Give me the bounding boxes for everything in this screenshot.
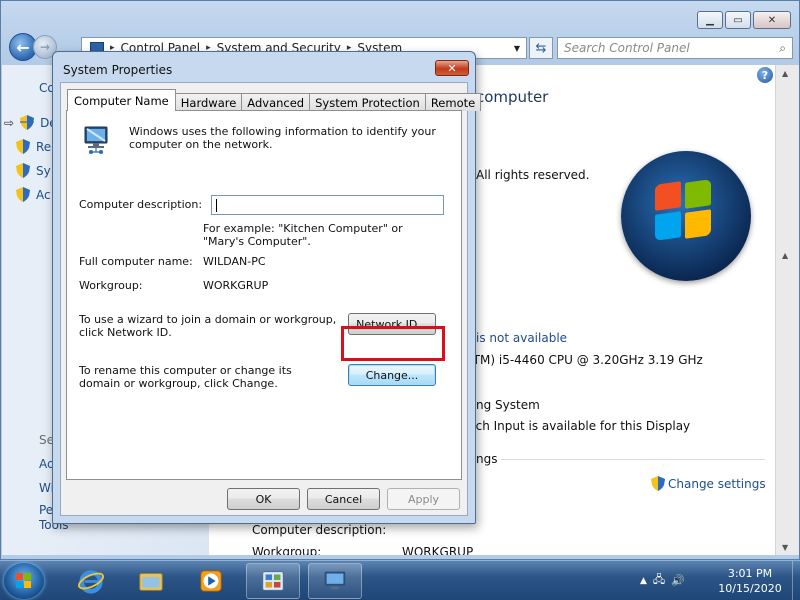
left-item-system-protection[interactable]: Sy — [16, 163, 51, 178]
rating-link[interactable]: is not available — [476, 331, 567, 345]
clock-date: 10/15/2020 — [718, 582, 782, 595]
left-item-label: Sy — [36, 163, 51, 178]
explorer-taskbar-button[interactable] — [124, 563, 178, 599]
control-panel-taskbar-button[interactable] — [246, 563, 300, 599]
search-input[interactable]: Search Control Panel ⌕ — [557, 37, 793, 59]
left-item-label: Re — [36, 139, 52, 154]
section-divider — [501, 459, 765, 460]
rename-help-text: To rename this computer or change its do… — [79, 364, 292, 390]
computer-name-panel: Windows uses the following information t… — [66, 110, 462, 480]
system-properties-taskbar-button[interactable] — [308, 563, 362, 599]
left-item-device-manager[interactable]: ⇨ De — [4, 115, 57, 130]
shield-icon — [16, 187, 30, 202]
network-icon[interactable]: 🖧 — [653, 571, 665, 590]
dialog-title: System Properties — [63, 63, 173, 77]
control-panel-icon — [262, 571, 284, 591]
close-button[interactable]: ✕ — [753, 11, 791, 29]
windows-logo — [621, 151, 751, 281]
folder-icon — [139, 573, 163, 591]
change-settings-label: Change settings — [668, 476, 766, 491]
windows-start-icon — [16, 573, 31, 588]
search-placeholder: Search Control Panel — [564, 41, 690, 55]
show-hidden-icons-icon[interactable]: ▲ — [640, 576, 647, 586]
start-button[interactable] — [4, 563, 44, 599]
system-type-value: ng System — [476, 398, 540, 412]
description-label: Computer description: — [79, 198, 203, 211]
media-player-icon — [200, 570, 222, 592]
computer-network-icon — [84, 126, 108, 154]
address-dropdown-icon[interactable]: ▼ — [514, 44, 520, 53]
pen-touch-value: uch Input is available for this Display — [468, 419, 691, 433]
left-item-remote[interactable]: Re — [16, 139, 51, 154]
page-heading: computer — [476, 88, 549, 106]
system-properties-dialog: System Properties ✕ Computer Name Hardwa… — [52, 51, 482, 524]
search-icon: ⌕ — [779, 40, 786, 55]
volume-icon[interactable]: 🔊 — [671, 574, 685, 587]
left-item-label: Ac — [36, 187, 51, 202]
computer-description-label: Computer description: — [252, 523, 387, 537]
tab-remote[interactable]: Remote — [424, 93, 482, 111]
help-icon[interactable]: ? — [757, 67, 773, 83]
tab-advanced[interactable]: Advanced — [241, 93, 311, 111]
apply-button[interactable]: Apply — [387, 488, 460, 510]
workgroup-value: WORKGRUP — [203, 279, 269, 292]
workgroup-value: WORKGRUP — [402, 545, 474, 555]
full-name-value: WILDAN-PC — [203, 255, 266, 268]
computer-icon — [324, 571, 346, 590]
description-example-text: For example: "Kitchen Computer" or "Mary… — [203, 222, 403, 248]
workgroup-label: Workgroup: — [252, 545, 322, 555]
tab-hardware[interactable]: Hardware — [174, 93, 243, 111]
minimize-button[interactable]: ▁ — [697, 11, 723, 29]
scroll-down-arrow-icon[interactable]: ▼ — [782, 543, 788, 552]
shield-icon — [16, 139, 30, 154]
shield-icon — [20, 115, 35, 130]
left-item-advanced-settings[interactable]: Ac — [16, 187, 51, 202]
media-player-taskbar-button[interactable] — [184, 563, 238, 599]
change-button-highlight — [341, 326, 445, 361]
scroll-arrow-icon[interactable]: ▲ — [782, 251, 788, 260]
taskbar: ▲ 🖧 🔊 3:01 PM 10/15/2020 — [0, 560, 800, 600]
copyright-text: All rights reserved. — [476, 168, 590, 182]
scroll-up-arrow-icon[interactable]: ▲ — [782, 69, 788, 78]
processor-value: (TM) i5-4460 CPU @ 3.20GHz 3.19 GHz — [468, 353, 703, 367]
window-caption-buttons: ▁ ▭ ✕ — [697, 11, 791, 29]
clock-time: 3:01 PM — [727, 567, 773, 580]
text-caret — [216, 199, 217, 212]
ok-button[interactable]: OK — [227, 488, 300, 510]
cancel-button[interactable]: Cancel — [307, 488, 380, 510]
vertical-scrollbar[interactable]: ▲ ▲ ▼ — [775, 65, 799, 555]
tab-system-protection[interactable]: System Protection — [309, 93, 426, 111]
internet-explorer-taskbar-button[interactable] — [64, 563, 118, 599]
taskbar-clock[interactable]: 3:01 PM 10/15/2020 — [712, 566, 788, 596]
full-name-label: Full computer name: — [79, 255, 193, 268]
intro-text: Windows uses the following information t… — [129, 125, 436, 151]
tab-computer-name[interactable]: Computer Name — [67, 89, 176, 111]
dialog-body: Computer Name Hardware Advanced System P… — [60, 82, 482, 516]
settings-section-heading: ngs — [476, 452, 498, 466]
computer-description-input[interactable] — [211, 195, 444, 215]
tab-strip: Computer Name Hardware Advanced System P… — [67, 89, 482, 111]
change-settings-link[interactable]: Change settings — [651, 476, 766, 491]
pointer-arrow-icon: ⇨ — [4, 115, 15, 130]
show-desktop-button[interactable] — [792, 561, 800, 600]
refresh-button[interactable]: ⇆ — [529, 37, 553, 59]
network-id-help-text: To use a wizard to join a domain or work… — [79, 313, 337, 339]
internet-explorer-icon — [77, 570, 105, 594]
shield-icon — [16, 163, 30, 178]
notification-area: ▲ 🖧 🔊 — [640, 571, 685, 590]
shield-icon — [651, 476, 665, 491]
maximize-button[interactable]: ▭ — [725, 11, 751, 29]
dialog-close-button[interactable]: ✕ — [435, 60, 469, 76]
workgroup-label: Workgroup: — [79, 279, 143, 292]
change-button[interactable]: Change... — [348, 364, 436, 386]
